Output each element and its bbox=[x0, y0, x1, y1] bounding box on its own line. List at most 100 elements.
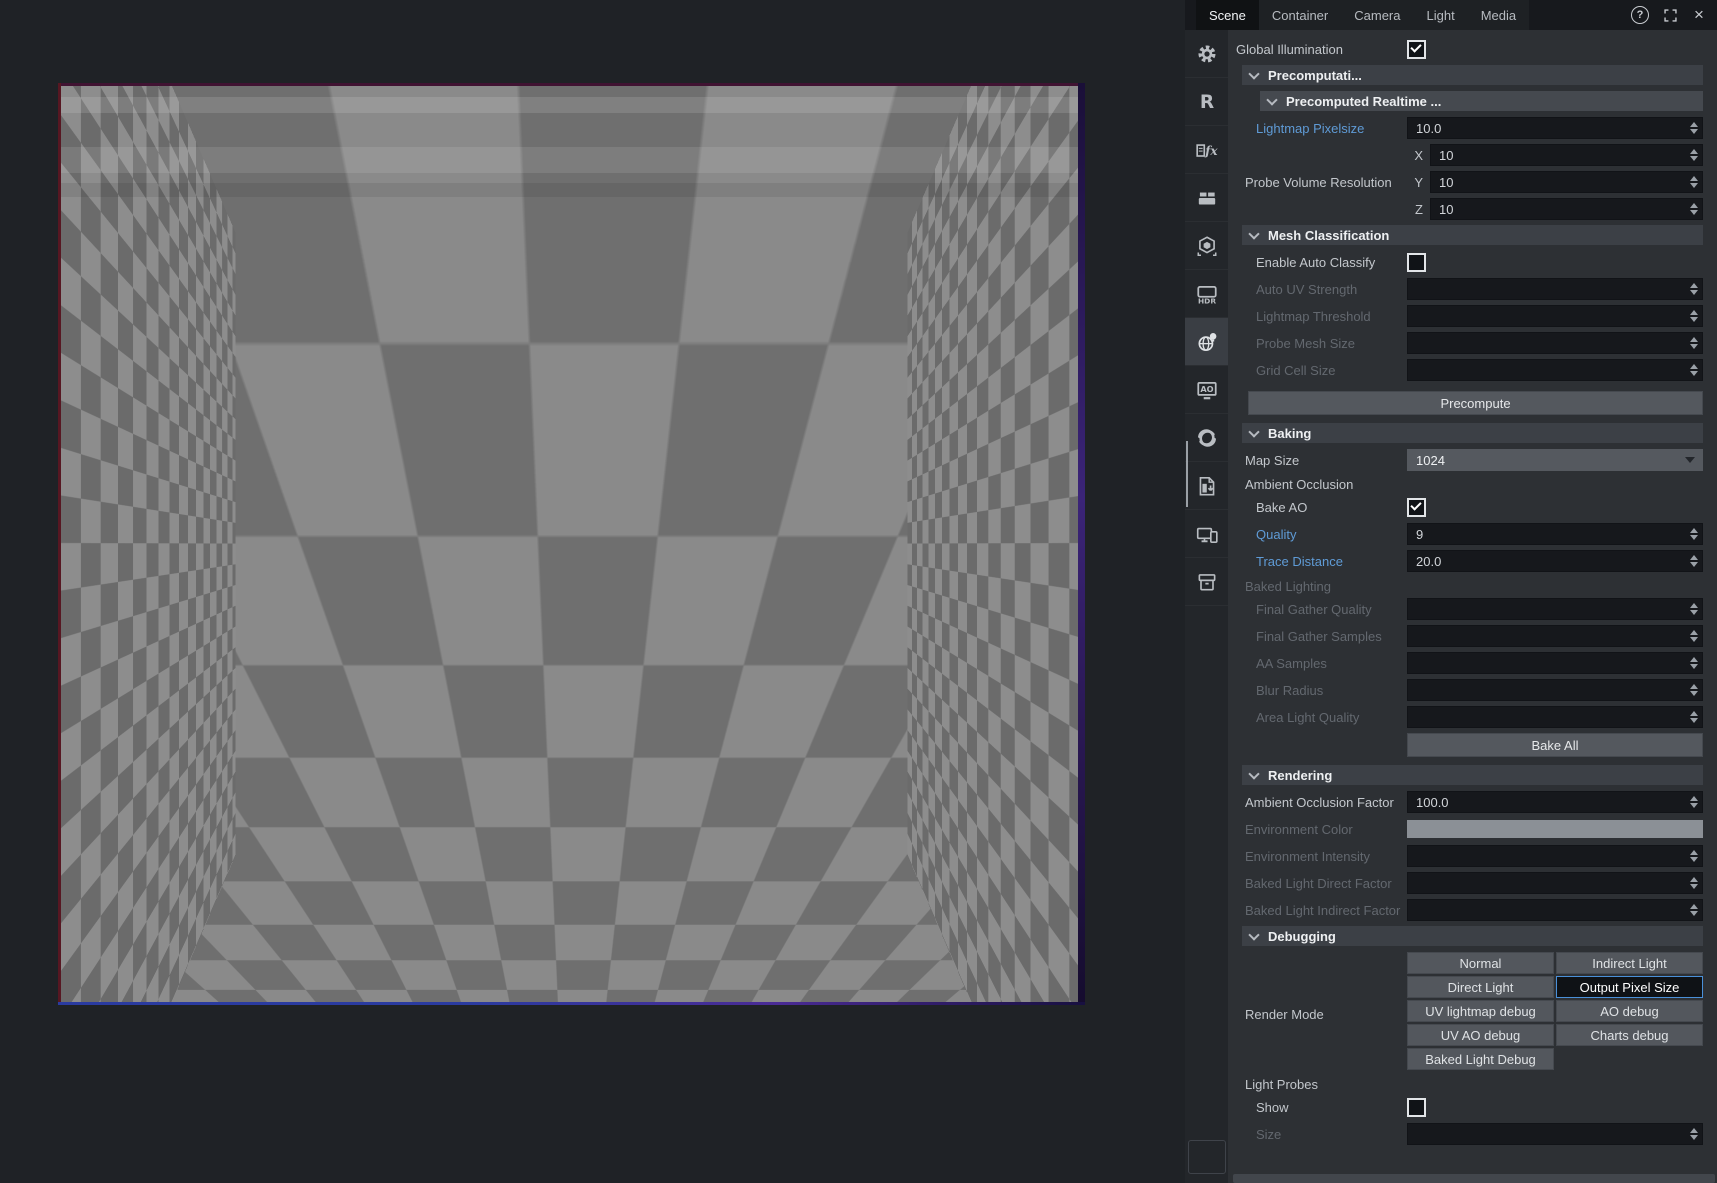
section-title: Debugging bbox=[1268, 929, 1336, 944]
archive-icon bbox=[1195, 570, 1219, 594]
tab-container[interactable]: Container bbox=[1259, 0, 1341, 30]
spinner-control[interactable] bbox=[1688, 653, 1699, 673]
spinner-control[interactable] bbox=[1688, 846, 1699, 866]
sidebar-video-fx-button[interactable]: fx bbox=[1185, 126, 1228, 174]
sidebar-devices-button[interactable] bbox=[1185, 510, 1228, 558]
final-gather-samples-label: Final Gather Samples bbox=[1228, 629, 1407, 644]
render-mode-baked-light-debug-button[interactable]: Baked Light Debug bbox=[1407, 1048, 1554, 1070]
trace-distance-label: Trace Distance bbox=[1228, 554, 1407, 569]
maximize-icon[interactable] bbox=[1662, 7, 1678, 23]
field-row-probe-mesh-size: Probe Mesh Size bbox=[1228, 332, 1703, 354]
field-row-aa-samples: AA Samples bbox=[1228, 652, 1703, 674]
sidebar-archive-button[interactable] bbox=[1185, 558, 1228, 606]
spinner-control[interactable] bbox=[1688, 680, 1699, 700]
spinner-control[interactable] bbox=[1688, 1124, 1699, 1144]
tab-media[interactable]: Media bbox=[1468, 0, 1529, 30]
render-mode-uv-lightmap-debug-button[interactable]: UV lightmap debug bbox=[1407, 1000, 1554, 1022]
tab-light[interactable]: Light bbox=[1414, 0, 1468, 30]
field-row-auto-uv-strength: Auto UV Strength bbox=[1228, 278, 1703, 300]
spinner-control[interactable] bbox=[1688, 900, 1699, 920]
field-row-baked-light-direct-factor: Baked Light Direct Factor bbox=[1228, 872, 1703, 894]
spinner-control[interactable] bbox=[1688, 792, 1699, 812]
render-mode-uv-ao-debug-button[interactable]: UV AO debug bbox=[1407, 1024, 1554, 1046]
aa-samples-input[interactable] bbox=[1407, 652, 1703, 674]
spinner-control[interactable] bbox=[1688, 199, 1699, 219]
environment-intensity-input[interactable] bbox=[1407, 845, 1703, 867]
sidebar-loop-button[interactable] bbox=[1185, 414, 1228, 462]
dropdown-caret-icon bbox=[1685, 457, 1695, 463]
spinner-control[interactable] bbox=[1688, 172, 1699, 192]
sidebar-ambient-occlusion-button[interactable]: AO bbox=[1185, 366, 1228, 414]
quality-input[interactable]: 9 bbox=[1407, 523, 1703, 545]
spinner-control[interactable] bbox=[1688, 551, 1699, 571]
section-header-rendering[interactable]: Rendering bbox=[1242, 765, 1703, 785]
global-illumination-checkbox[interactable] bbox=[1407, 40, 1426, 59]
spinner-control[interactable] bbox=[1688, 626, 1699, 646]
spinner-control[interactable] bbox=[1688, 524, 1699, 544]
map-size-dropdown[interactable]: 1024 bbox=[1407, 449, 1703, 471]
lightmap-threshold-input[interactable] bbox=[1407, 305, 1703, 327]
render-mode-charts-debug-button[interactable]: Charts debug bbox=[1556, 1024, 1703, 1046]
tab-camera[interactable]: Camera bbox=[1341, 0, 1413, 30]
spinner-control[interactable] bbox=[1688, 279, 1699, 299]
section-header-baking[interactable]: Baking bbox=[1242, 423, 1703, 443]
spinner-control[interactable] bbox=[1688, 873, 1699, 893]
render-mode-normal-button[interactable]: Normal bbox=[1407, 952, 1554, 974]
render-mode-indirect-light-button[interactable]: Indirect Light bbox=[1556, 952, 1703, 974]
size-input[interactable] bbox=[1407, 1123, 1703, 1145]
render-mode-direct-light-button[interactable]: Direct Light bbox=[1407, 976, 1554, 998]
close-icon[interactable]: × bbox=[1691, 7, 1707, 23]
area-light-quality-input[interactable] bbox=[1407, 706, 1703, 728]
baked-light-direct-factor-input[interactable] bbox=[1407, 872, 1703, 894]
sidebar-prefab-button[interactable] bbox=[1185, 222, 1228, 270]
show-checkbox[interactable] bbox=[1407, 1098, 1426, 1117]
section-header-debugging[interactable]: Debugging bbox=[1242, 926, 1703, 946]
spinner-control[interactable] bbox=[1688, 118, 1699, 138]
spinner-control[interactable] bbox=[1688, 707, 1699, 727]
sidebar-bricks-button[interactable] bbox=[1185, 174, 1228, 222]
video-fx-icon: fx bbox=[1195, 138, 1219, 162]
precompute-button[interactable]: Precompute bbox=[1248, 391, 1703, 415]
sidebar-image-import-button[interactable] bbox=[1185, 462, 1228, 510]
help-icon[interactable]: ? bbox=[1631, 6, 1649, 24]
spinner-control[interactable] bbox=[1688, 333, 1699, 353]
sidebar-global-illumination-button[interactable] bbox=[1185, 318, 1228, 366]
tab-scene[interactable]: Scene bbox=[1196, 0, 1259, 30]
trace-distance-input[interactable]: 20.0 bbox=[1407, 550, 1703, 572]
section-header-precomputati[interactable]: Precomputati... bbox=[1242, 65, 1703, 85]
spinner-control[interactable] bbox=[1688, 360, 1699, 380]
bake-all-button[interactable]: Bake All bbox=[1407, 733, 1703, 757]
axis-z-input[interactable]: 10 bbox=[1430, 198, 1703, 220]
sidebar-settings-gear-button[interactable] bbox=[1185, 30, 1228, 78]
image-import-icon bbox=[1195, 474, 1219, 498]
auto-uv-strength-input[interactable] bbox=[1407, 278, 1703, 300]
quality-label: Quality bbox=[1228, 527, 1407, 542]
spinner-control[interactable] bbox=[1688, 145, 1699, 165]
environment-color-swatch[interactable] bbox=[1407, 820, 1703, 838]
iconstrip-scroll-thumb[interactable] bbox=[1186, 441, 1188, 507]
final-gather-samples-input[interactable] bbox=[1407, 625, 1703, 647]
section-header-precomputed-realtime[interactable]: Precomputed Realtime ... bbox=[1260, 91, 1703, 111]
section-title: Precomputed Realtime ... bbox=[1286, 94, 1441, 109]
viewport-3d[interactable]: ( vizrt ) bbox=[0, 0, 1185, 1183]
render-mode-output-pixel-size-button[interactable]: Output Pixel Size bbox=[1556, 976, 1703, 998]
render-mode-ao-debug-button[interactable]: AO debug bbox=[1556, 1000, 1703, 1022]
sidebar-hdr-button[interactable]: HDR bbox=[1185, 270, 1228, 318]
ambient-occlusion-factor-input[interactable]: 100.0 bbox=[1407, 791, 1703, 813]
enable-auto-classify-checkbox[interactable] bbox=[1407, 253, 1426, 272]
grid-cell-size-input[interactable] bbox=[1407, 359, 1703, 381]
sidebar-r-logo-button[interactable]: R bbox=[1185, 78, 1228, 126]
field-row-quality: Quality9 bbox=[1228, 523, 1703, 545]
baked-light-indirect-factor-input[interactable] bbox=[1407, 899, 1703, 921]
spinner-control[interactable] bbox=[1688, 306, 1699, 326]
section-header-mesh-classification[interactable]: Mesh Classification bbox=[1242, 225, 1703, 245]
blur-radius-input[interactable] bbox=[1407, 679, 1703, 701]
lightmap-pixelsize-input[interactable]: 10.0 bbox=[1407, 117, 1703, 139]
final-gather-quality-input[interactable] bbox=[1407, 598, 1703, 620]
spinner-control[interactable] bbox=[1688, 599, 1699, 619]
axis-x-input[interactable]: 10 bbox=[1430, 144, 1703, 166]
horizontal-scrollbar[interactable] bbox=[1233, 1174, 1715, 1183]
axis-y-input[interactable]: 10 bbox=[1430, 171, 1703, 193]
bake-ao-checkbox[interactable] bbox=[1407, 498, 1426, 517]
probe-mesh-size-input[interactable] bbox=[1407, 332, 1703, 354]
